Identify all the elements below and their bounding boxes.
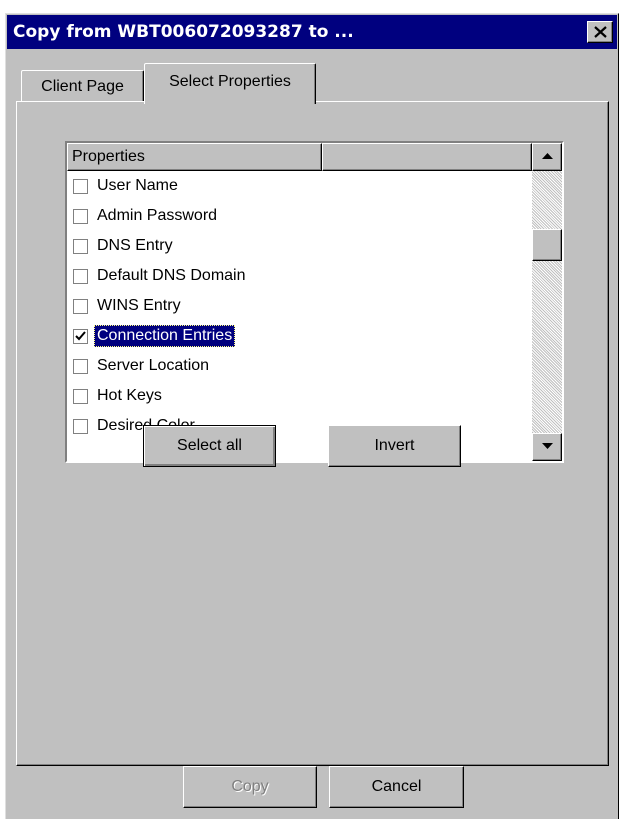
list-item-label: Admin Password: [97, 207, 218, 224]
vertical-scrollbar[interactable]: [532, 143, 562, 461]
title-bar[interactable]: Copy from WBT006072093287 to ...: [7, 15, 617, 49]
row-checkbox[interactable]: [73, 239, 88, 254]
column-header-empty[interactable]: [322, 143, 532, 171]
list-rows: User Name Admin Password DNS Entry Default …: [67, 171, 532, 441]
column-header-properties[interactable]: Properties: [67, 143, 322, 171]
list-item-label: DNS Entry: [97, 237, 173, 254]
row-checkbox[interactable]: [73, 389, 88, 404]
list-item[interactable]: Admin Password: [67, 201, 532, 231]
list-item[interactable]: Server Location: [67, 351, 532, 381]
cancel-button[interactable]: Cancel: [329, 766, 464, 808]
list-item-label: WINS Entry: [97, 297, 181, 314]
row-checkbox[interactable]: [73, 299, 88, 314]
list-item[interactable]: Connection Entries: [67, 321, 532, 351]
dialog-window: Copy from WBT006072093287 to ... Client …: [5, 13, 619, 819]
row-checkbox[interactable]: [73, 419, 88, 434]
row-checkbox[interactable]: [73, 269, 88, 284]
row-checkbox[interactable]: [73, 179, 88, 194]
list-item-label: Hot Keys: [97, 387, 162, 404]
properties-list[interactable]: Properties User Name Admin Password DNS En…: [65, 141, 564, 463]
list-item[interactable]: User Name: [67, 171, 532, 201]
window-title: Copy from WBT006072093287 to ...: [13, 22, 354, 42]
tab-client-page-label: Client Page: [41, 78, 124, 95]
list-item[interactable]: Desired Color: [67, 411, 532, 441]
list-header: Properties: [67, 143, 532, 171]
list-item-label: Default DNS Domain: [97, 267, 246, 284]
tab-panel-select-properties: Properties User Name Admin Password DNS En…: [16, 101, 609, 766]
invert-button[interactable]: Invert: [328, 425, 461, 467]
row-checkbox[interactable]: [73, 359, 88, 374]
tab-client-page[interactable]: Client Page: [21, 70, 144, 102]
list-item-label: Server Location: [97, 357, 210, 374]
tab-select-properties-label: Select Properties: [169, 73, 291, 90]
row-checkbox[interactable]: [73, 329, 88, 344]
close-button[interactable]: [587, 21, 613, 43]
close-icon: [594, 26, 607, 38]
tab-select-properties[interactable]: Select Properties: [144, 63, 316, 104]
scroll-thumb[interactable]: [532, 229, 562, 261]
list-item[interactable]: Hot Keys: [67, 381, 532, 411]
list-item[interactable]: DNS Entry: [67, 231, 532, 261]
list-item[interactable]: Default DNS Domain: [67, 261, 532, 291]
scroll-up-button[interactable]: [532, 143, 562, 171]
row-checkbox[interactable]: [73, 209, 88, 224]
list-item[interactable]: WINS Entry: [67, 291, 532, 321]
list-item-label: User Name: [97, 177, 178, 194]
copy-button[interactable]: Copy: [183, 766, 317, 808]
scroll-down-button[interactable]: [532, 433, 562, 461]
arrow-up-icon: [542, 153, 553, 159]
checkmark-icon: [75, 331, 86, 341]
list-item-label: Connection Entries: [94, 325, 236, 347]
select-all-button[interactable]: Select all: [143, 425, 276, 467]
arrow-down-icon: [542, 443, 553, 449]
